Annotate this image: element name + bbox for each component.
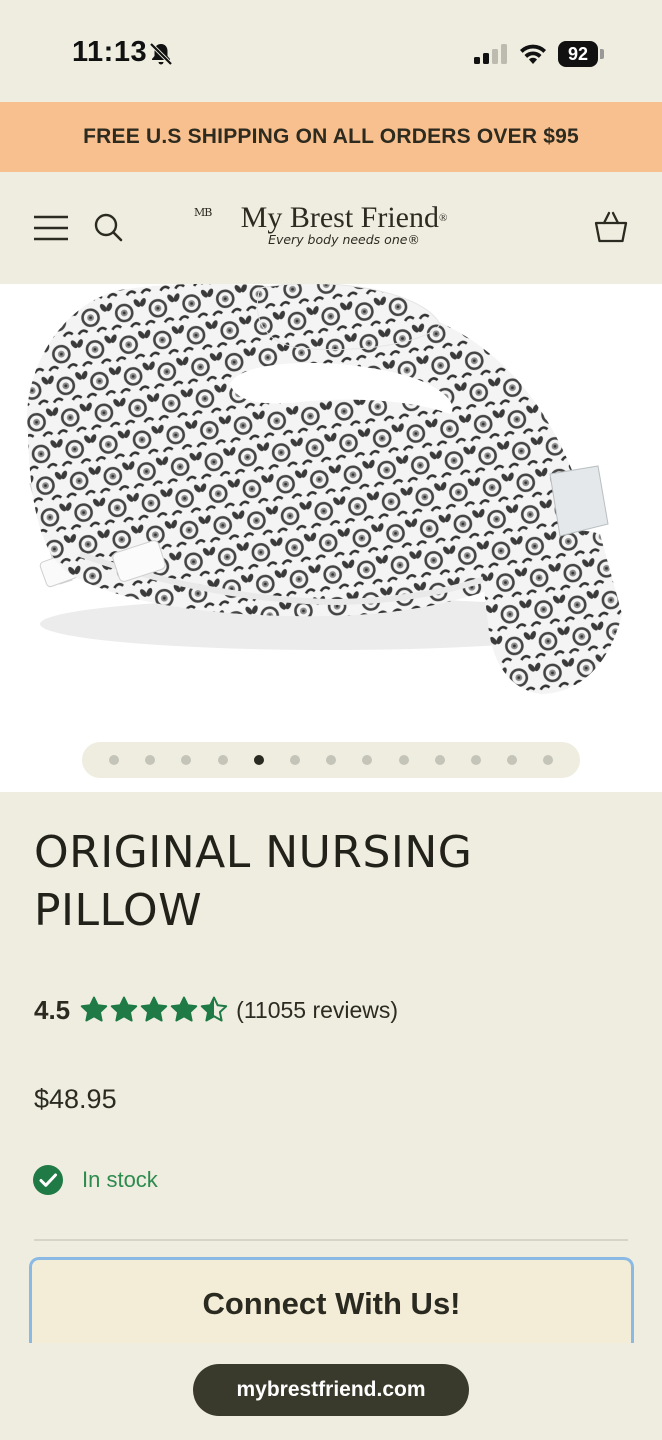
signal-icon (474, 44, 507, 64)
carousel-dot[interactable] (217, 755, 228, 765)
cart-icon[interactable] (593, 210, 629, 244)
logo-name-text: My Brest Friend (240, 201, 439, 234)
connect-title: Connect With Us! (202, 1286, 461, 1321)
rating-row[interactable]: 4.5 (11055 reviews) (34, 990, 398, 1030)
carousel-dot[interactable] (109, 755, 119, 765)
rating-stars (80, 996, 228, 1024)
connect-popup[interactable]: Connect With Us! (29, 1257, 634, 1357)
carousel-dot[interactable] (543, 755, 554, 765)
site-logo[interactable]: MB My Brest Friend® Every body needs one… (190, 200, 480, 256)
battery-icon: 92 (558, 41, 598, 67)
carousel-dot[interactable] (145, 755, 156, 765)
logo-name: My Brest Friend® (208, 200, 480, 236)
carousel-dot[interactable] (362, 755, 373, 765)
stock-status: In stock (32, 1164, 158, 1196)
stock-text: In stock (82, 1167, 158, 1192)
carousel-dot[interactable] (181, 755, 192, 765)
carousel-dot[interactable] (326, 755, 337, 765)
promo-banner[interactable]: FREE U.S SHIPPING ON ALL ORDERS OVER $95 (0, 102, 662, 172)
product-price: $48.95 (34, 1084, 117, 1114)
carousel-dot[interactable] (253, 755, 264, 765)
star-full-icon (110, 996, 138, 1022)
product-title: ORIGINAL NURSING PILLOW (34, 827, 473, 936)
carousel-dots (82, 742, 580, 778)
star-full-icon (140, 996, 168, 1022)
product-image[interactable] (0, 284, 662, 792)
battery-nub (600, 49, 604, 59)
promo-text: FREE U.S SHIPPING ON ALL ORDERS OVER $95 (83, 125, 579, 148)
wifi-icon (520, 44, 546, 64)
carousel-dot[interactable] (434, 755, 445, 765)
star-half-icon (200, 996, 228, 1022)
carousel-dot[interactable] (290, 755, 300, 765)
logo-reg: ® (438, 212, 448, 224)
nursing-pillow-image (27, 284, 622, 694)
carousel-dot[interactable] (507, 755, 518, 765)
star-full-icon (80, 996, 108, 1022)
logo-mark: MB (194, 206, 212, 219)
review-count: (11055 reviews) (236, 996, 399, 1023)
carousel-dot[interactable] (471, 755, 481, 765)
menu-icon[interactable] (33, 214, 69, 242)
divider (34, 1239, 628, 1241)
star-full-icon (170, 996, 198, 1022)
carousel-dot[interactable] (398, 755, 409, 765)
rating-value: 4.5 (34, 994, 71, 1025)
url-bar[interactable]: mybrestfriend.com (193, 1364, 469, 1416)
search-icon[interactable] (93, 212, 123, 242)
bell-slash-icon (149, 42, 173, 66)
status-time: 11:13 (72, 36, 148, 68)
check-circle-icon (33, 1165, 63, 1195)
